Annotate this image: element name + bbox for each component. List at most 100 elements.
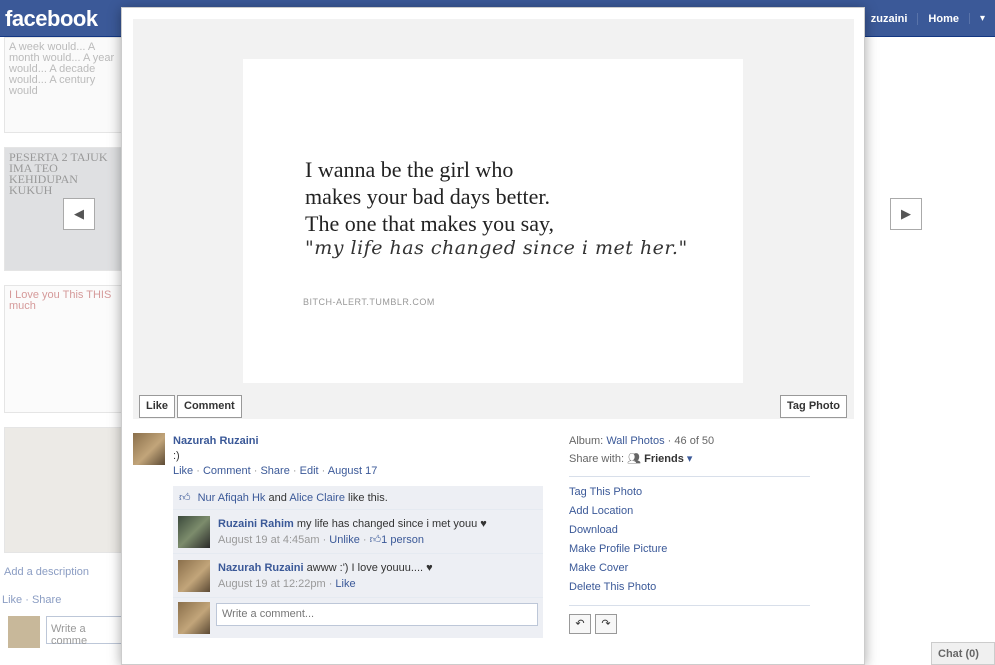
background-like-link[interactable]: Like (2, 594, 22, 606)
owner-name-link[interactable]: Nazurah Ruzaini (173, 435, 259, 447)
account-menu-chevron-icon[interactable]: ▾ (968, 13, 995, 24)
thumb-text: A week would... A month would... A year … (9, 41, 115, 97)
comment-button[interactable]: Comment (177, 395, 242, 418)
photo-quote: I wanna be the girl who makes your bad d… (305, 156, 554, 237)
comment-author-link[interactable]: Ruzaini Rahim (218, 518, 294, 530)
divider (569, 476, 810, 477)
post-comment-link[interactable]: Comment (203, 465, 251, 477)
album-info: Album: Wall Photos · 46 of 50 (569, 433, 810, 450)
photo-image[interactable]: I wanna be the girl who makes your bad d… (243, 59, 743, 383)
photo-viewer: I wanna be the girl who makes your bad d… (121, 7, 865, 665)
photo-position: 46 of 50 (674, 435, 715, 447)
add-location-link[interactable]: Add Location (569, 502, 810, 521)
privacy-value: Friends (644, 453, 684, 465)
photo-caption: :) (173, 450, 180, 462)
arrow-right-icon: ▶ (901, 206, 911, 221)
album-link[interactable]: Wall Photos (606, 435, 664, 447)
liker-link[interactable]: Nur Afiqah Hk (198, 492, 266, 504)
photo-stage: I wanna be the girl who makes your bad d… (133, 19, 854, 419)
comment-author-link[interactable]: Nazurah Ruzaini (218, 562, 304, 574)
avatar[interactable] (178, 516, 210, 548)
add-description-link[interactable]: Add a description (4, 566, 89, 578)
comment-meta: August 19 at 12:22pm · Like (218, 578, 356, 590)
divider (569, 605, 810, 606)
thumb-text: PESERTA 2 TAJUK IMA TEO KEHIDUPAN KUKUH (9, 150, 108, 197)
post-share-link[interactable]: Share (260, 465, 289, 477)
separator: · (253, 465, 258, 477)
quote-line: makes your bad days better. (305, 184, 550, 209)
rotate-left-icon: ↶ (575, 618, 585, 630)
likes-and: and (268, 492, 287, 504)
comment-meta: August 19 at 4:45am · Unlike · 👍︎1 perso… (218, 534, 424, 546)
share-label: Share with: (569, 453, 625, 465)
facebook-logo[interactable]: facebook (5, 6, 98, 32)
privacy-info: Share with: 👥︎ Friends ▾ (569, 450, 810, 468)
make-profile-picture-link[interactable]: Make Profile Picture (569, 540, 810, 559)
friends-icon: 👥︎ (627, 453, 642, 465)
background-comment-input[interactable]: Write a comme (46, 616, 122, 647)
post-edit-link[interactable]: Edit (300, 465, 319, 477)
chat-bar[interactable]: Chat (0) (931, 642, 995, 665)
avatar (8, 616, 40, 648)
album-label: Album: (569, 435, 604, 447)
profile-link[interactable]: zuzaini (861, 13, 918, 25)
rotate-left-button[interactable]: ↶ (569, 614, 591, 634)
separator: · (292, 465, 297, 477)
comment-time[interactable]: August 19 at 12:22pm (218, 578, 326, 590)
avatar[interactable] (133, 433, 165, 465)
comment-unlike-link[interactable]: Unlike (329, 534, 360, 546)
post-like-link[interactable]: Like (173, 465, 193, 477)
feedback-section: 👍︎ Nur Afiqah Hk and Alice Claire like t… (173, 486, 543, 638)
make-cover-link[interactable]: Make Cover (569, 559, 810, 578)
delete-photo-link[interactable]: Delete This Photo (569, 578, 810, 597)
photo-credit: BITCH-ALERT.TUMBLR.COM (303, 297, 435, 307)
comment-input[interactable]: Write a comment... (216, 603, 538, 626)
tag-photo-button[interactable]: Tag Photo (780, 395, 847, 418)
comment-time[interactable]: August 19 at 4:45am (218, 534, 320, 546)
download-link[interactable]: Download (569, 521, 810, 540)
photo-details: Album: Wall Photos · 46 of 50 Share with… (569, 433, 810, 634)
comment-text: awww :') I love youuu.... ♥ (306, 562, 433, 574)
tag-this-photo-link[interactable]: Tag This Photo (569, 483, 810, 502)
photo-options: Tag This Photo Add Location Download Mak… (569, 483, 810, 597)
comment-item: Ruzaini Rahim my life has changed since … (173, 510, 543, 554)
like-button[interactable]: Like (139, 395, 176, 418)
liker-link[interactable]: Alice Claire (289, 492, 345, 504)
top-nav: zuzaini Home ▾ (861, 0, 995, 37)
post-date-link[interactable]: August 17 (328, 465, 378, 477)
post-actions: Like · Comment · Share · Edit · August 1… (173, 465, 377, 477)
background-share-link[interactable]: Share (32, 594, 61, 606)
quote-line: I wanna be the girl who (305, 157, 514, 182)
home-link[interactable]: Home (917, 12, 969, 25)
comment-body: Ruzaini Rahim my life has changed since … (218, 517, 538, 547)
comment-text: my life has changed since i met youu ♥ (296, 518, 487, 530)
background-actions: Like · Share (2, 594, 62, 606)
arrow-left-icon: ◀ (74, 206, 84, 221)
comment-likes-link[interactable]: 1 person (381, 534, 424, 546)
background-photo-thumb[interactable]: A week would... A month would... A year … (4, 37, 122, 133)
chevron-down-icon: ▾ (686, 453, 693, 465)
comment-body: Nazurah Ruzaini awww :') I love youuu...… (218, 561, 538, 591)
likes-suffix: like this. (348, 492, 388, 504)
comment-item: Nazurah Ruzaini awww :') I love youuu...… (173, 554, 543, 598)
separator: · (196, 465, 200, 477)
quote-line: The one that makes you say, (305, 211, 555, 236)
rotate-right-button[interactable]: ↷ (595, 614, 617, 634)
previous-photo-button[interactable]: ◀ (63, 198, 95, 230)
privacy-selector[interactable]: 👥︎ Friends ▾ (627, 453, 692, 465)
separator: · (667, 435, 672, 447)
avatar[interactable] (178, 560, 210, 592)
comment-like-link[interactable]: Like (335, 578, 355, 590)
next-photo-button[interactable]: ▶ (890, 198, 922, 230)
rotate-controls: ↶ ↷ (569, 614, 810, 634)
thumb-text: I Love you This THIS much (9, 289, 112, 312)
background-photo-thumb[interactable] (4, 427, 122, 553)
thumbs-up-icon: 👍︎ (369, 534, 382, 546)
quote-script-line: "my life has changed since i met her." (305, 237, 688, 259)
background-photo-thumb[interactable]: I Love you This THIS much (4, 285, 122, 413)
add-comment-row: Write a comment... (173, 598, 543, 638)
thumbs-up-icon: 👍︎ (179, 492, 191, 504)
rotate-right-icon: ↷ (601, 618, 611, 630)
separator: · (321, 465, 326, 477)
avatar (178, 602, 210, 634)
